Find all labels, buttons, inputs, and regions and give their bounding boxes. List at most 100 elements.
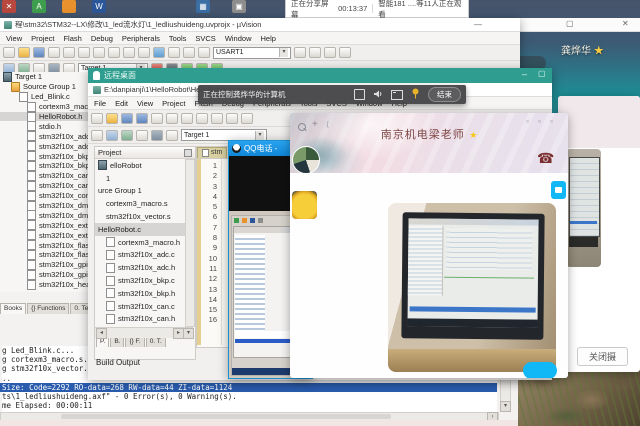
menu-item-window[interactable]: Window (225, 34, 252, 43)
desktop-icon-app[interactable]: ✕ (2, 0, 16, 13)
rebuild-icon[interactable] (121, 130, 133, 141)
desktop-icon-window[interactable]: ▦ (196, 0, 210, 13)
close-icon[interactable]: ▢ (538, 69, 546, 78)
redo-icon[interactable] (108, 47, 120, 58)
tree-item[interactable]: stm32f10x_bkp.h (95, 287, 195, 300)
fullscreen-icon[interactable] (354, 89, 365, 100)
menu-item-peripherals[interactable]: Peripherals (122, 34, 160, 43)
copy-icon[interactable] (166, 113, 178, 124)
download-flash-icon[interactable] (151, 130, 163, 141)
cut-icon[interactable] (48, 47, 60, 58)
new-file-icon[interactable] (3, 47, 15, 58)
tree-item[interactable]: cortexm3_macro.h (0, 102, 97, 112)
nav-forward-icon[interactable] (241, 113, 253, 124)
tree-item[interactable]: stm32f10x_adc.h (95, 261, 195, 274)
menu-item-view[interactable]: View (6, 34, 22, 43)
window-control-icon[interactable]: ▫ (526, 117, 529, 127)
camera-thumbnail[interactable] (566, 149, 601, 267)
avatar[interactable] (292, 146, 320, 174)
menu-item-view[interactable]: View (137, 99, 153, 108)
scroll-down-icon[interactable]: ▾ (500, 401, 511, 412)
tree-item[interactable]: stdio.h (0, 121, 97, 131)
tree-item[interactable]: Led_Blink.c (0, 92, 97, 102)
pin-icon[interactable] (411, 88, 420, 101)
tree-vertical-scrollbar[interactable] (185, 159, 195, 327)
scroll-left-icon[interactable]: ◂ (96, 328, 107, 339)
menu-item-project[interactable]: Project (162, 99, 185, 108)
tree-item[interactable]: stm32f10x_dma.h (0, 210, 97, 220)
tree-item[interactable]: stm32f10x_can.c (0, 171, 97, 181)
tree-item[interactable]: cortexm3_macro.s (95, 197, 195, 210)
nav-forward-icon[interactable] (138, 47, 150, 58)
tree-item[interactable]: cortexm3_macro.h (95, 236, 195, 249)
chevron-down-icon[interactable]: ▾ (255, 131, 264, 140)
editor-tab[interactable]: stm (197, 147, 227, 158)
tree-item[interactable]: stm32f10x_gpio.h (0, 270, 97, 280)
open-folder-icon[interactable] (106, 113, 118, 124)
nav-back-icon[interactable] (226, 113, 238, 124)
tree-item[interactable]: Target 1 (0, 72, 97, 82)
remote-titlebar[interactable]: 远程桌面 – ▢ (88, 68, 552, 83)
translate-icon[interactable] (91, 130, 103, 141)
save-all-icon[interactable] (136, 113, 148, 124)
build-icon[interactable] (106, 130, 118, 141)
tree-item[interactable]: stm32f10x_gpio.c (0, 260, 97, 270)
load-icon[interactable] (166, 130, 178, 141)
tree-item[interactable]: stm32f10x_bkp.c (95, 274, 195, 287)
redo-icon[interactable] (211, 113, 223, 124)
tree-item[interactable]: stm32f10x_exti.c (0, 220, 97, 230)
menu-item-svcs[interactable]: SVCS (195, 34, 215, 43)
menu-item-flash[interactable]: Flash (63, 34, 81, 43)
monitor-icon[interactable] (391, 90, 403, 100)
phone-icon[interactable]: ☎ (537, 150, 554, 167)
menu-item-tools[interactable]: Tools (169, 34, 187, 43)
menu-item-help[interactable]: Help (261, 34, 276, 43)
bookmark-prev-icon[interactable] (168, 47, 180, 58)
tree-item[interactable]: stm32f10x_can.h (95, 313, 195, 325)
ladybug-debug-icon[interactable] (339, 47, 351, 58)
tree-item[interactable]: stm32f10x_conf.h (0, 191, 97, 201)
scroll-down-icon[interactable]: ▾ (183, 328, 194, 339)
end-remote-button[interactable]: 结束 (428, 87, 461, 102)
menu-item-edit[interactable]: Edit (115, 99, 128, 108)
tree-item[interactable]: stm32f10x_flash.c (0, 240, 97, 250)
paste-icon[interactable] (78, 47, 90, 58)
new-file-icon[interactable] (91, 113, 103, 124)
indent-icon[interactable] (198, 47, 210, 58)
bookmark-next-icon[interactable] (183, 47, 195, 58)
desktop-icon-archive[interactable]: ▣ (232, 0, 246, 13)
save-icon[interactable] (121, 113, 133, 124)
usart-combo[interactable]: USART1▾ (213, 47, 291, 59)
window-control-icon[interactable]: ▫ (550, 117, 553, 127)
cut-icon[interactable] (151, 113, 163, 124)
close-icon[interactable]: ✕ (622, 19, 629, 29)
tree-item[interactable]: stm32f10x_dma.c (0, 201, 97, 211)
tree-item[interactable]: stm32f10x_exti.h (0, 230, 97, 240)
tree-item[interactable]: Source Group 1 (0, 82, 97, 92)
window-control-icon[interactable]: ▫ (538, 117, 541, 127)
copy-icon[interactable] (63, 47, 75, 58)
speaker-icon[interactable] (373, 89, 383, 101)
undo-icon[interactable] (93, 47, 105, 58)
tree-item[interactable]: stm32f10x_bkp.c (0, 151, 97, 161)
tree-item[interactable]: stm32f10x_bkp.h (0, 161, 97, 171)
pin-icon[interactable] (184, 149, 192, 157)
close-camera-button[interactable]: 关闭摄 (577, 347, 628, 366)
tree-item[interactable]: stm32f10x_adc.h (0, 141, 97, 151)
tree-item[interactable]: 1 (95, 172, 195, 185)
chevron-down-icon[interactable]: ▾ (279, 48, 288, 57)
tree-item[interactable]: urce Group 1 (95, 185, 195, 198)
paste-icon[interactable] (181, 113, 193, 124)
tree-horizontal-scrollbar[interactable]: ◂ ▸ ▾ (95, 327, 193, 338)
panel-tab[interactable]: {} Functions (27, 303, 69, 314)
minimize-icon[interactable]: — (474, 20, 482, 30)
find-icon[interactable] (324, 47, 336, 58)
undo-icon[interactable] (196, 113, 208, 124)
tree-item[interactable]: stm32f10x_adc.c (95, 249, 195, 262)
tree-item[interactable]: stm32f10x_vector.s (95, 210, 195, 223)
desktop-icon-word[interactable]: W (92, 0, 106, 13)
panel-tab[interactable]: Books (0, 303, 26, 314)
menu-item-file[interactable]: File (94, 99, 106, 108)
bookmark-flag-icon[interactable] (153, 47, 165, 58)
tree-item[interactable]: stm32f10x_heads.h (0, 280, 97, 290)
